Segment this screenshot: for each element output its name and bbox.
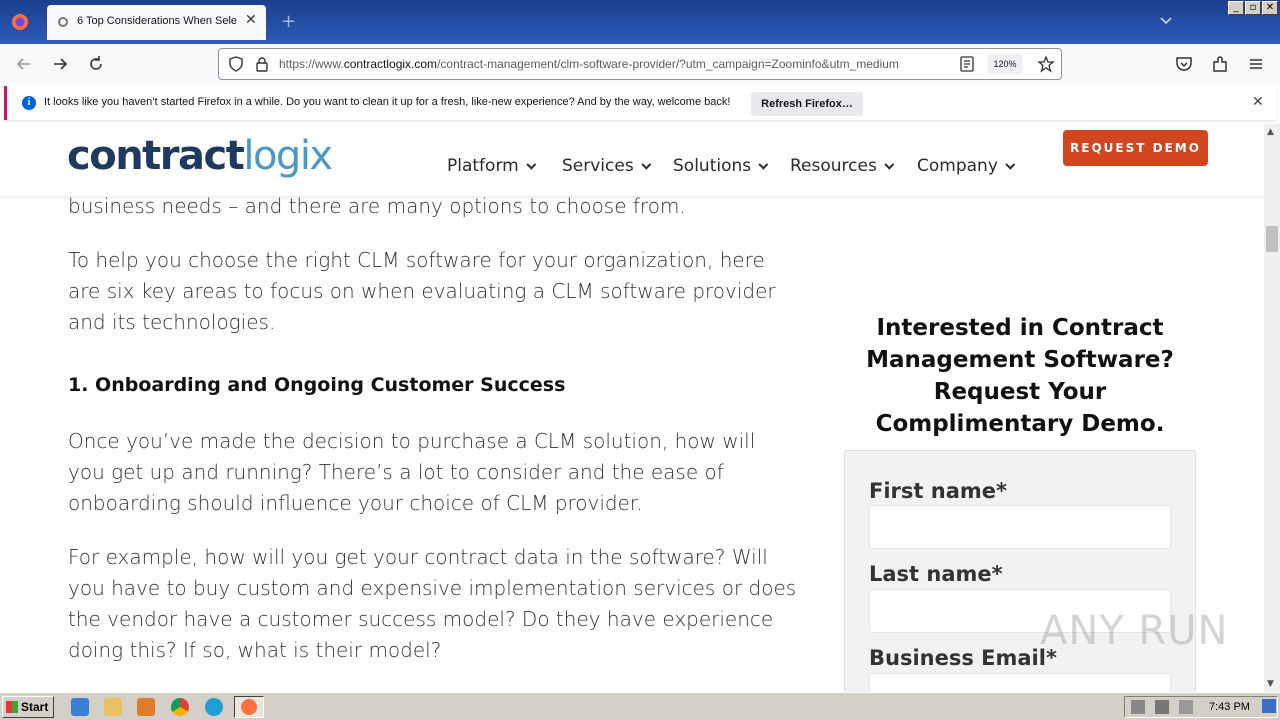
address-bar[interactable]: https://www.contractlogix.com/contract-m… [218, 48, 1062, 80]
site-header: contractlogix Platform Services Solution… [0, 124, 1264, 196]
info-icon: i [22, 96, 36, 110]
file-explorer-icon[interactable] [104, 698, 122, 716]
chrome-icon[interactable] [171, 698, 189, 716]
zoom-level[interactable]: 120% [987, 54, 1023, 74]
lock-icon[interactable] [253, 55, 271, 73]
windows-taskbar: Start 7:43 PM [0, 692, 1280, 720]
page-icon [58, 17, 68, 27]
request-demo-button[interactable]: REQUEST DEMO [1063, 130, 1208, 166]
close-tab-icon[interactable]: ✕ [245, 12, 257, 28]
minimize-button[interactable]: _ [1228, 1, 1244, 15]
first-name-label: First name* [869, 479, 1007, 503]
reader-view-icon[interactable] [959, 56, 975, 72]
pocket-icon[interactable] [1174, 54, 1194, 74]
notification-text: It looks like you haven’t started Firefo… [44, 96, 731, 108]
network-icon[interactable] [1155, 700, 1169, 714]
refresh-firefox-button[interactable]: Refresh Firefox… [751, 92, 863, 116]
last-name-label: Last name* [869, 562, 1003, 586]
menu-icon[interactable] [1246, 54, 1266, 74]
nav-services[interactable]: Services [562, 156, 651, 176]
section-heading: 1. Onboarding and Ongoing Customer Succe… [68, 374, 566, 396]
contractlogix-logo[interactable]: contractlogix [67, 132, 333, 180]
business-email-field[interactable] [869, 673, 1171, 692]
bookmark-star-icon[interactable] [1037, 55, 1055, 73]
extensions-icon[interactable] [1210, 54, 1230, 74]
chevron-down-icon [758, 159, 769, 170]
tab-title: 6 Top Considerations When Selecting [77, 15, 237, 27]
url-text[interactable]: https://www.contractlogix.com/contract-m… [279, 57, 951, 71]
system-tray: 7:43 PM [1124, 696, 1278, 718]
new-tab-icon[interactable]: + [281, 11, 296, 32]
article-paragraph: To help you choose the right CLM softwar… [68, 248, 776, 334]
back-icon[interactable] [14, 54, 34, 74]
reload-icon[interactable] [86, 54, 106, 74]
close-window-button[interactable]: ✕ [1262, 1, 1278, 15]
chevron-down-icon [884, 159, 895, 170]
forward-icon[interactable] [50, 54, 70, 74]
flag-icon[interactable] [1179, 700, 1193, 714]
nav-resources[interactable]: Resources [790, 156, 895, 176]
restore-button[interactable]: ▫ [1245, 1, 1261, 15]
close-icon[interactable]: ✕ [1252, 94, 1264, 110]
article-paragraph: For example, how will you get your contr… [68, 545, 797, 662]
internet-explorer-icon[interactable] [71, 698, 89, 716]
anyrun-watermark: ANY RUN [1040, 608, 1229, 654]
demo-form-title: Interested in Contract Management Softwa… [866, 315, 1174, 437]
nav-platform[interactable]: Platform [447, 156, 536, 176]
demo-form: First name* Last name* Business Email* [844, 450, 1196, 692]
article-paragraph: Once you’ve made the decision to purchas… [68, 429, 756, 515]
edge-icon[interactable] [205, 698, 223, 716]
scroll-down-icon[interactable]: ▼ [1267, 679, 1274, 689]
nav-solutions[interactable]: Solutions [673, 156, 769, 176]
start-button[interactable]: Start [2, 696, 54, 718]
tab-active[interactable]: 6 Top Considerations When Selecting ✕ [47, 5, 266, 40]
scroll-up-icon[interactable]: ▲ [1267, 127, 1274, 137]
windows-logo-icon [6, 701, 18, 713]
first-name-field[interactable] [869, 505, 1171, 549]
volume-icon[interactable] [1131, 700, 1145, 714]
firefox-icon [241, 699, 257, 715]
browser-tab-strip: 6 Top Considerations When Selecting ✕ + … [0, 0, 1280, 44]
chevron-down-icon [641, 159, 651, 170]
chevron-down-icon[interactable] [1158, 12, 1174, 28]
business-email-label: Business Email* [869, 646, 1057, 670]
clock: 7:43 PM [1209, 701, 1250, 713]
nav-company[interactable]: Company [917, 156, 1016, 176]
media-player-icon[interactable] [137, 698, 155, 716]
firefox-icon[interactable] [8, 10, 32, 34]
navigation-toolbar: https://www.contractlogix.com/contract-m… [0, 44, 1280, 84]
page-scrollbar[interactable]: ▲ ▼ [1264, 124, 1280, 692]
chevron-down-icon [1005, 159, 1016, 170]
taskbar-firefox-button[interactable] [234, 696, 264, 718]
scrollbar-thumb[interactable] [1266, 226, 1278, 252]
notification-bar: i It looks like you haven’t started Fire… [4, 86, 1276, 120]
chevron-down-icon [526, 159, 536, 170]
shield-icon[interactable] [227, 55, 245, 73]
show-desktop-icon[interactable] [1262, 699, 1276, 713]
page-content: contractlogix Platform Services Solution… [0, 124, 1264, 692]
